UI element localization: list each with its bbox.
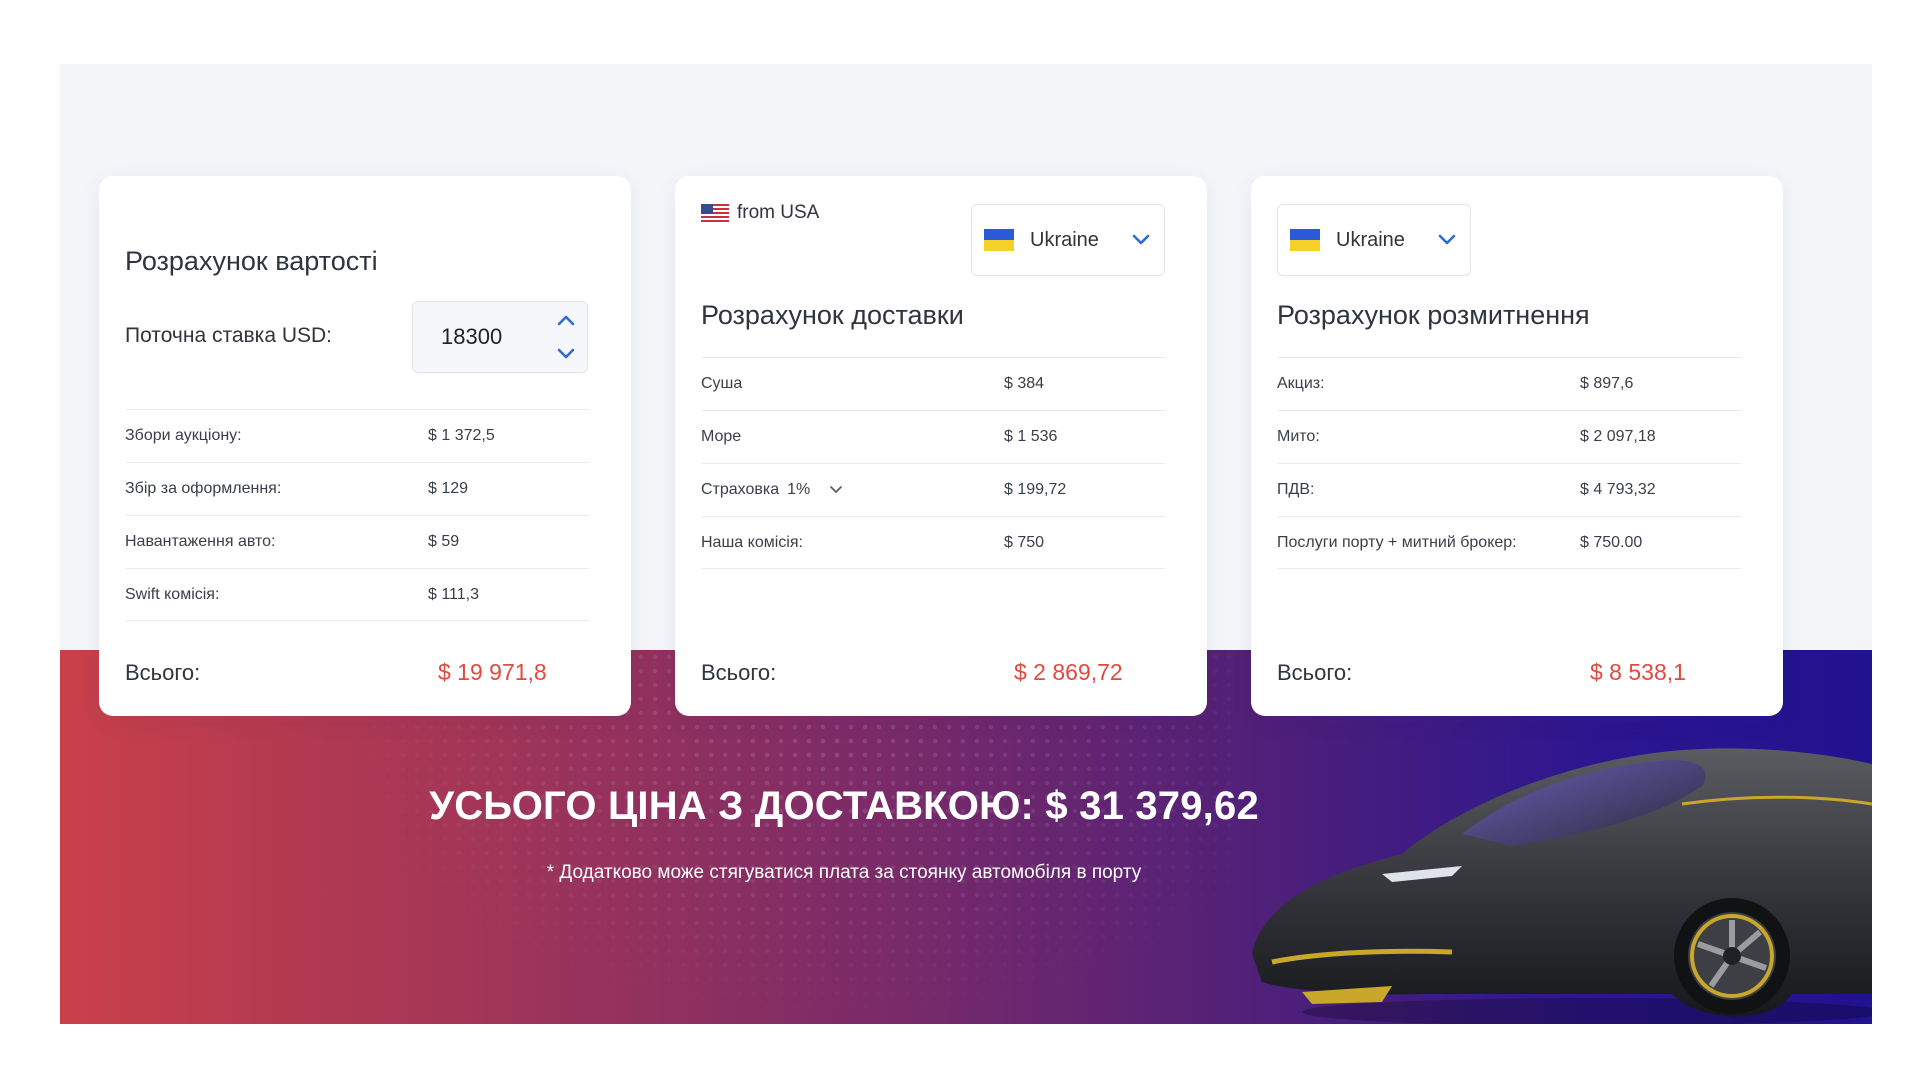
- chevron-down-icon: [829, 486, 842, 493]
- total-value: $ 2 869,72: [1014, 659, 1123, 685]
- delivery-calculation-card: from USA Ukraine Розрахунок доставки Суш…: [675, 176, 1207, 716]
- origin-label: from USA: [737, 202, 820, 223]
- card-title: Розрахунок вартості: [125, 246, 378, 276]
- row-label: ПДВ:: [1277, 481, 1315, 498]
- customs-country-select[interactable]: Ukraine: [1277, 204, 1471, 276]
- total-label: Всього:: [1277, 659, 1353, 685]
- calculator-section: УСЬОГО ЦІНА З ДОСТАВКОЮ: $ 31 379,62 * Д…: [60, 64, 1872, 1024]
- chevron-down-icon: [1132, 234, 1150, 245]
- customs-calculation-card: Ukraine Розрахунок розмитнення Акциз: $ 8…: [1251, 176, 1783, 716]
- total-label: Всього:: [701, 659, 777, 685]
- row-label: Акциз:: [1277, 375, 1325, 392]
- table-row: Збір за оформлення: $ 129: [125, 462, 589, 515]
- row-label: Море: [701, 428, 742, 445]
- insurance-percent-select[interactable]: 1%: [787, 481, 843, 499]
- chevron-down-icon: [1438, 234, 1456, 245]
- row-label: Збір за оформлення:: [125, 480, 282, 497]
- destination-value: Ukraine: [1030, 228, 1099, 251]
- insurance-label-group: Страховка 1%: [701, 481, 1004, 499]
- table-row: Збори аукціону: $ 1 372,5: [125, 409, 589, 462]
- table-row: Мито: $ 2 097,18: [1277, 410, 1741, 463]
- delivery-total: Всього: $ 2 869,72: [701, 659, 1165, 686]
- table-row: ПДВ: $ 4 793,32: [1277, 463, 1741, 516]
- total-label: Всього:: [125, 659, 201, 685]
- table-row: Страховка 1% $ 199,72: [701, 463, 1165, 516]
- row-value: $ 1 536: [1004, 428, 1058, 445]
- usd-rate-label: Поточна ставка USD:: [125, 324, 333, 347]
- usd-rate-input[interactable]: 18300: [412, 301, 588, 373]
- table-row: Навантаження авто: $ 59: [125, 515, 589, 568]
- table-row: Акциз: $ 897,6: [1277, 357, 1741, 410]
- cost-total: Всього: $ 19 971,8: [125, 659, 589, 686]
- row-label: Страховка: [701, 481, 780, 498]
- row-label: Навантаження авто:: [125, 533, 276, 550]
- row-label: Послуги порту + митний брокер:: [1277, 533, 1517, 551]
- row-value: $ 897,6: [1580, 375, 1634, 392]
- row-value: $ 384: [1004, 375, 1045, 392]
- table-row: Суша $ 384: [701, 357, 1165, 410]
- delivery-rows: Суша $ 384 Море $ 1 536 Страховка 1% $ 199…: [701, 357, 1165, 569]
- total-value: $ 8 538,1: [1590, 659, 1686, 685]
- customs-rows: Акциз: $ 897,6 Мито: $ 2 097,18 ПДВ: $ 4 79…: [1277, 357, 1741, 569]
- row-value: $ 750.00: [1580, 533, 1643, 551]
- row-label: Суша: [701, 375, 743, 392]
- table-row: Послуги порту + митний брокер: $ 750.00: [1277, 516, 1741, 569]
- insurance-percent-value: 1%: [787, 481, 811, 498]
- chevron-up-icon[interactable]: [557, 314, 575, 326]
- row-value: $ 129: [428, 480, 469, 497]
- rate-stepper[interactable]: [555, 314, 577, 360]
- total-value: $ 19 971,8: [438, 659, 547, 685]
- row-label: Збори аукціону:: [125, 427, 242, 444]
- row-value: $ 2 097,18: [1580, 428, 1656, 445]
- row-label: Мито:: [1277, 428, 1320, 445]
- customs-total: Всього: $ 8 538,1: [1277, 659, 1741, 686]
- cost-calculation-card: Розрахунок вартості Поточна ставка USD: …: [99, 176, 631, 716]
- row-value: $ 750: [1004, 533, 1045, 551]
- row-value: $ 199,72: [1004, 481, 1067, 498]
- table-row: Наша комісія: $ 750: [701, 516, 1165, 569]
- usd-rate-value: 18300: [441, 324, 503, 349]
- cost-rows: Збори аукціону: $ 1 372,5 Збір за оформле…: [125, 409, 589, 621]
- row-value: $ 111,3: [428, 585, 480, 603]
- chevron-down-icon[interactable]: [557, 348, 575, 360]
- row-value: $ 4 793,32: [1580, 481, 1656, 498]
- us-flag-icon: [701, 204, 729, 222]
- row-value: $ 1 372,5: [428, 427, 495, 444]
- sports-car-image: [1252, 748, 1872, 1024]
- row-label: Swift комісія:: [125, 585, 220, 603]
- card-title: Розрахунок доставки: [701, 300, 964, 330]
- row-value: $ 59: [428, 533, 460, 550]
- card-title: Розрахунок розмитнення: [1277, 300, 1590, 330]
- table-row: Swift комісія: $ 111,3: [125, 568, 589, 621]
- row-label: Наша комісія:: [701, 533, 803, 551]
- origin-country: from USA: [701, 202, 819, 224]
- ukraine-flag-icon: [984, 229, 1014, 251]
- ukraine-flag-icon: [1290, 229, 1320, 251]
- table-row: Море $ 1 536: [701, 410, 1165, 463]
- destination-select[interactable]: Ukraine: [971, 204, 1165, 276]
- customs-country-value: Ukraine: [1336, 228, 1405, 251]
